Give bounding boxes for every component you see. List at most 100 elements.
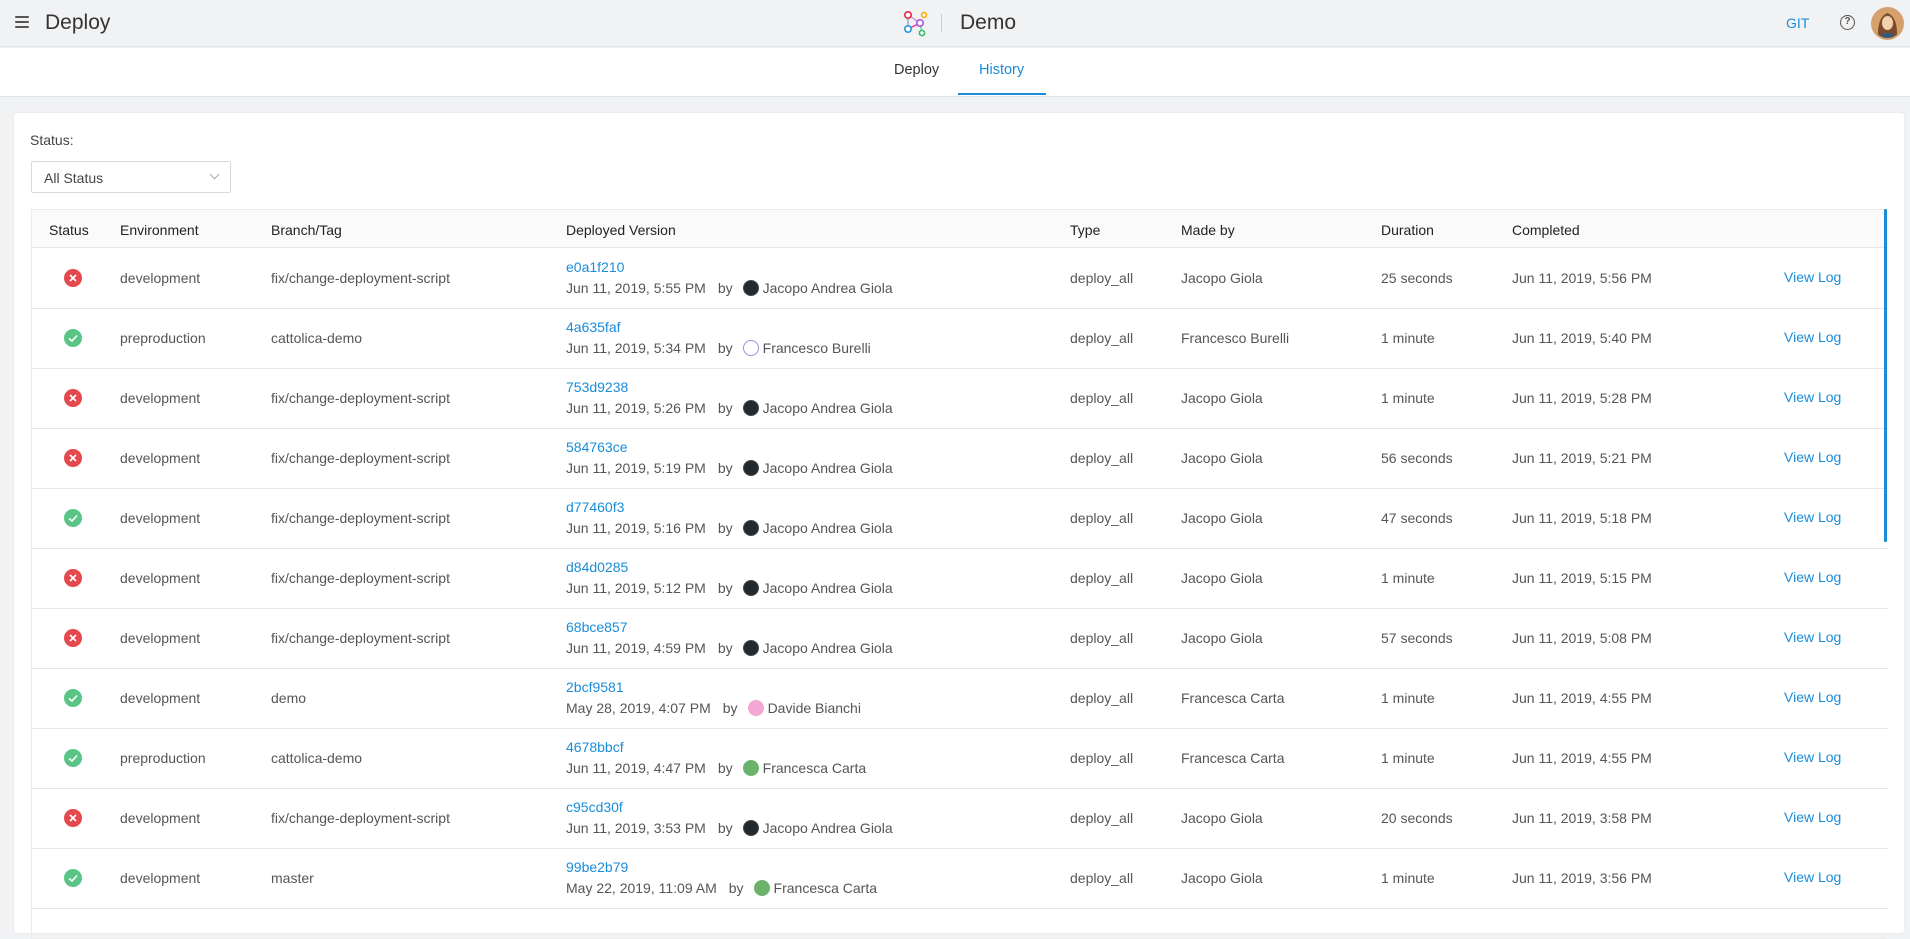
project-name: Demo <box>960 11 1017 34</box>
column-header-made-by: Made by <box>1181 222 1235 238</box>
environment-cell: development <box>120 870 201 886</box>
commit-hash-link[interactable]: d77460f3 <box>566 499 624 515</box>
completed-cell: Jun 11, 2019, 5:28 PM <box>1512 390 1652 406</box>
status-filter-value: All Status <box>44 170 104 186</box>
completed-cell: Jun 11, 2019, 5:21 PM <box>1512 450 1652 466</box>
made-by-cell: Jacopo Giola <box>1181 390 1263 406</box>
type-cell: deploy_all <box>1070 870 1134 886</box>
view-log-link[interactable]: View Log <box>1784 869 1841 885</box>
commit-date: Jun 11, 2019, 5:19 PM <box>566 460 706 476</box>
commit-date: Jun 11, 2019, 4:47 PM <box>566 760 706 776</box>
author-avatar-icon <box>742 760 759 776</box>
by-label: by <box>717 340 733 356</box>
author-avatar-icon <box>753 880 770 896</box>
type-cell: deploy_all <box>1070 330 1134 346</box>
commit-hash-link[interactable]: 2bcf9581 <box>566 679 624 695</box>
made-by-cell: Francesca Carta <box>1181 750 1285 766</box>
column-header-type: Type <box>1070 222 1101 238</box>
commit-author: Jacopo Andrea Giola <box>762 640 893 656</box>
view-log-link[interactable]: View Log <box>1784 749 1841 765</box>
type-cell: deploy_all <box>1070 750 1134 766</box>
commit-info: Jun 11, 2019, 5:34 PM by Francesco Burelli <box>566 340 871 356</box>
type-cell: deploy_all <box>1070 690 1134 706</box>
commit-author: Jacopo Andrea Giola <box>762 460 893 476</box>
by-label: by <box>717 580 733 596</box>
duration-cell: 1 minute <box>1381 690 1435 706</box>
commit-hash-link[interactable]: d84d0285 <box>566 559 628 575</box>
view-log-link[interactable]: View Log <box>1784 629 1841 645</box>
author-avatar-icon <box>742 400 759 416</box>
made-by-cell: Jacopo Giola <box>1181 450 1263 466</box>
type-cell: deploy_all <box>1070 630 1134 646</box>
table-row: development master 99be2b79 May 22, 2019, 1… <box>32 849 1888 909</box>
environment-cell: development <box>120 570 201 586</box>
logo-separator <box>941 14 942 32</box>
user-avatar[interactable] <box>1871 7 1904 40</box>
view-log-link[interactable]: View Log <box>1784 269 1841 285</box>
commit-hash-link[interactable]: c95cd30f <box>566 799 623 815</box>
view-log-link[interactable]: View Log <box>1784 509 1841 525</box>
by-label: by <box>717 280 733 296</box>
commit-date: Jun 11, 2019, 5:16 PM <box>566 520 706 536</box>
commit-hash-link[interactable]: 584763ce <box>566 439 628 455</box>
table-row: development fix/change-deployment-script 7… <box>32 369 1888 429</box>
tab-deploy[interactable]: Deploy <box>894 62 939 78</box>
git-link[interactable]: GIT <box>1786 15 1809 31</box>
commit-info: Jun 11, 2019, 5:55 PM by Jacopo Andrea Gio… <box>566 280 893 296</box>
type-cell: deploy_all <box>1070 390 1134 406</box>
view-log-link[interactable]: View Log <box>1784 389 1841 405</box>
column-header-deployed-version: Deployed Version <box>566 222 676 238</box>
failed-status-icon <box>64 449 82 467</box>
tab-history[interactable]: History <box>979 62 1024 78</box>
branch-cell: fix/change-deployment-script <box>271 630 450 646</box>
branch-cell: demo <box>271 690 307 706</box>
table-scrollbar[interactable] <box>1884 209 1887 542</box>
status-filter-select[interactable]: All Status <box>31 161 231 193</box>
deploy-history-table: Status Environment Branch/Tag Deployed V… <box>31 209 1888 939</box>
success-status-icon <box>64 329 82 347</box>
completed-cell: Jun 11, 2019, 5:15 PM <box>1512 570 1652 586</box>
view-log-link[interactable]: View Log <box>1784 449 1841 465</box>
commit-hash-link[interactable]: 753d9238 <box>566 379 628 395</box>
tabs-bar: Deploy History <box>0 48 1910 97</box>
chevron-down-icon <box>209 169 220 180</box>
duration-cell: 1 minute <box>1381 570 1435 586</box>
environment-cell: development <box>120 810 201 826</box>
commit-author: Jacopo Andrea Giola <box>762 520 893 536</box>
duration-cell: 47 seconds <box>1381 510 1453 526</box>
commit-author: Francesca Carta <box>762 760 867 776</box>
author-avatar-icon <box>742 580 759 596</box>
view-log-link[interactable]: View Log <box>1784 569 1841 585</box>
commit-hash-link[interactable]: 68bce857 <box>566 619 628 635</box>
completed-cell: Jun 11, 2019, 4:55 PM <box>1512 750 1652 766</box>
completed-cell: Jun 11, 2019, 3:58 PM <box>1512 810 1652 826</box>
column-header-branch: Branch/Tag <box>271 222 342 238</box>
view-log-link[interactable]: View Log <box>1784 809 1841 825</box>
commit-hash-link[interactable]: 99be2b79 <box>566 859 628 875</box>
duration-cell: 20 seconds <box>1381 810 1453 826</box>
commit-info: Jun 11, 2019, 5:19 PM by Jacopo Andrea Gio… <box>566 460 893 476</box>
view-log-link[interactable]: View Log <box>1784 329 1841 345</box>
completed-cell: Jun 11, 2019, 3:56 PM <box>1512 870 1652 886</box>
success-status-icon <box>64 749 82 767</box>
help-icon[interactable]: ? <box>1840 15 1855 30</box>
commit-hash-link[interactable]: e0a1f210 <box>566 259 624 275</box>
branch-cell: cattolica-demo <box>271 330 363 346</box>
view-log-link[interactable]: View Log <box>1784 689 1841 705</box>
author-avatar-icon <box>742 520 759 536</box>
commit-hash-link[interactable]: 4a635faf <box>566 319 621 335</box>
commit-info: Jun 11, 2019, 4:59 PM by Jacopo Andrea Gio… <box>566 640 893 656</box>
app-title: Deploy <box>45 11 111 34</box>
made-by-cell: Francesco Burelli <box>1181 330 1290 346</box>
made-by-cell: Jacopo Giola <box>1181 810 1263 826</box>
duration-cell: 1 minute <box>1381 750 1435 766</box>
branch-cell: master <box>271 870 314 886</box>
commit-hash-link[interactable]: 4678bbcf <box>566 739 624 755</box>
commit-date: Jun 11, 2019, 5:55 PM <box>566 280 706 296</box>
hamburger-menu-icon[interactable] <box>15 16 29 28</box>
duration-cell: 1 minute <box>1381 330 1435 346</box>
duration-cell: 1 minute <box>1381 390 1435 406</box>
environment-cell: development <box>120 450 201 466</box>
author-avatar-icon <box>742 460 759 476</box>
commit-info: Jun 11, 2019, 4:47 PM by Francesca Carta <box>566 760 866 776</box>
